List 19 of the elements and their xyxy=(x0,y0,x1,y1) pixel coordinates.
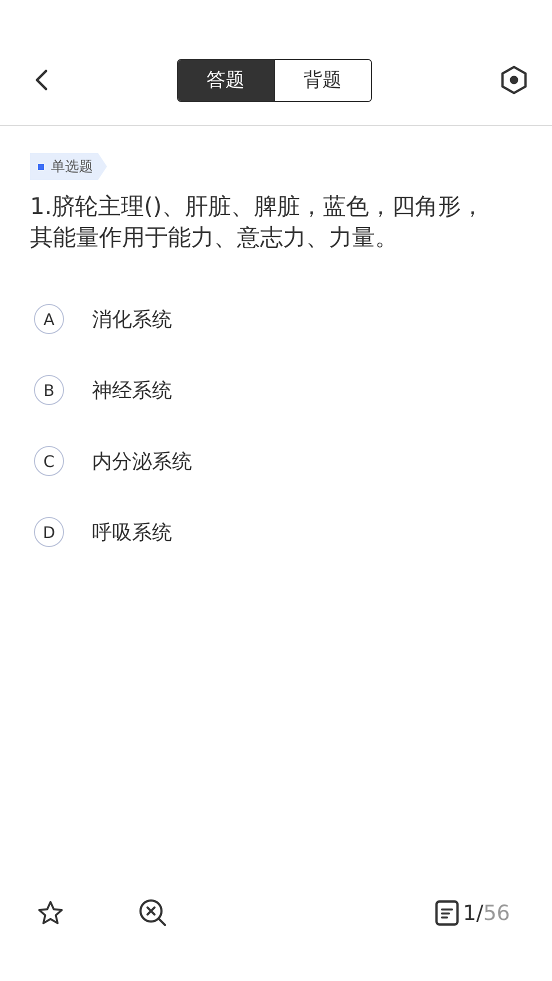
remove-search-icon[interactable] xyxy=(138,898,168,928)
question-type-tag: 单选题 xyxy=(30,153,107,180)
option-text[interactable]: 内分泌系统 xyxy=(92,448,192,474)
option-letter[interactable]: C xyxy=(34,446,64,476)
option-text[interactable]: 消化系统 xyxy=(92,306,172,332)
settings-icon[interactable] xyxy=(500,65,528,95)
option-letter[interactable]: B xyxy=(34,375,64,405)
option-text[interactable]: 呼吸系统 xyxy=(92,518,172,546)
mode-tab[interactable]: 背题 xyxy=(274,60,370,100)
star-icon[interactable] xyxy=(37,900,64,926)
back-icon[interactable] xyxy=(34,69,48,91)
option-text[interactable]: 神经系统 xyxy=(92,376,172,404)
option-letter[interactable]: D xyxy=(34,517,64,547)
question-text: 1.脐轮主理()、肝脏、脾脏，蓝色，四角形，其能量作用于能力、意志力、力量。 xyxy=(30,193,485,253)
current-question-number: 1/ xyxy=(462,901,484,925)
question-list-icon[interactable] xyxy=(434,900,459,926)
mode-tab[interactable]: 答题 xyxy=(178,60,274,100)
total-question-count: 56 xyxy=(483,901,510,925)
option-letter[interactable]: A xyxy=(34,304,64,334)
